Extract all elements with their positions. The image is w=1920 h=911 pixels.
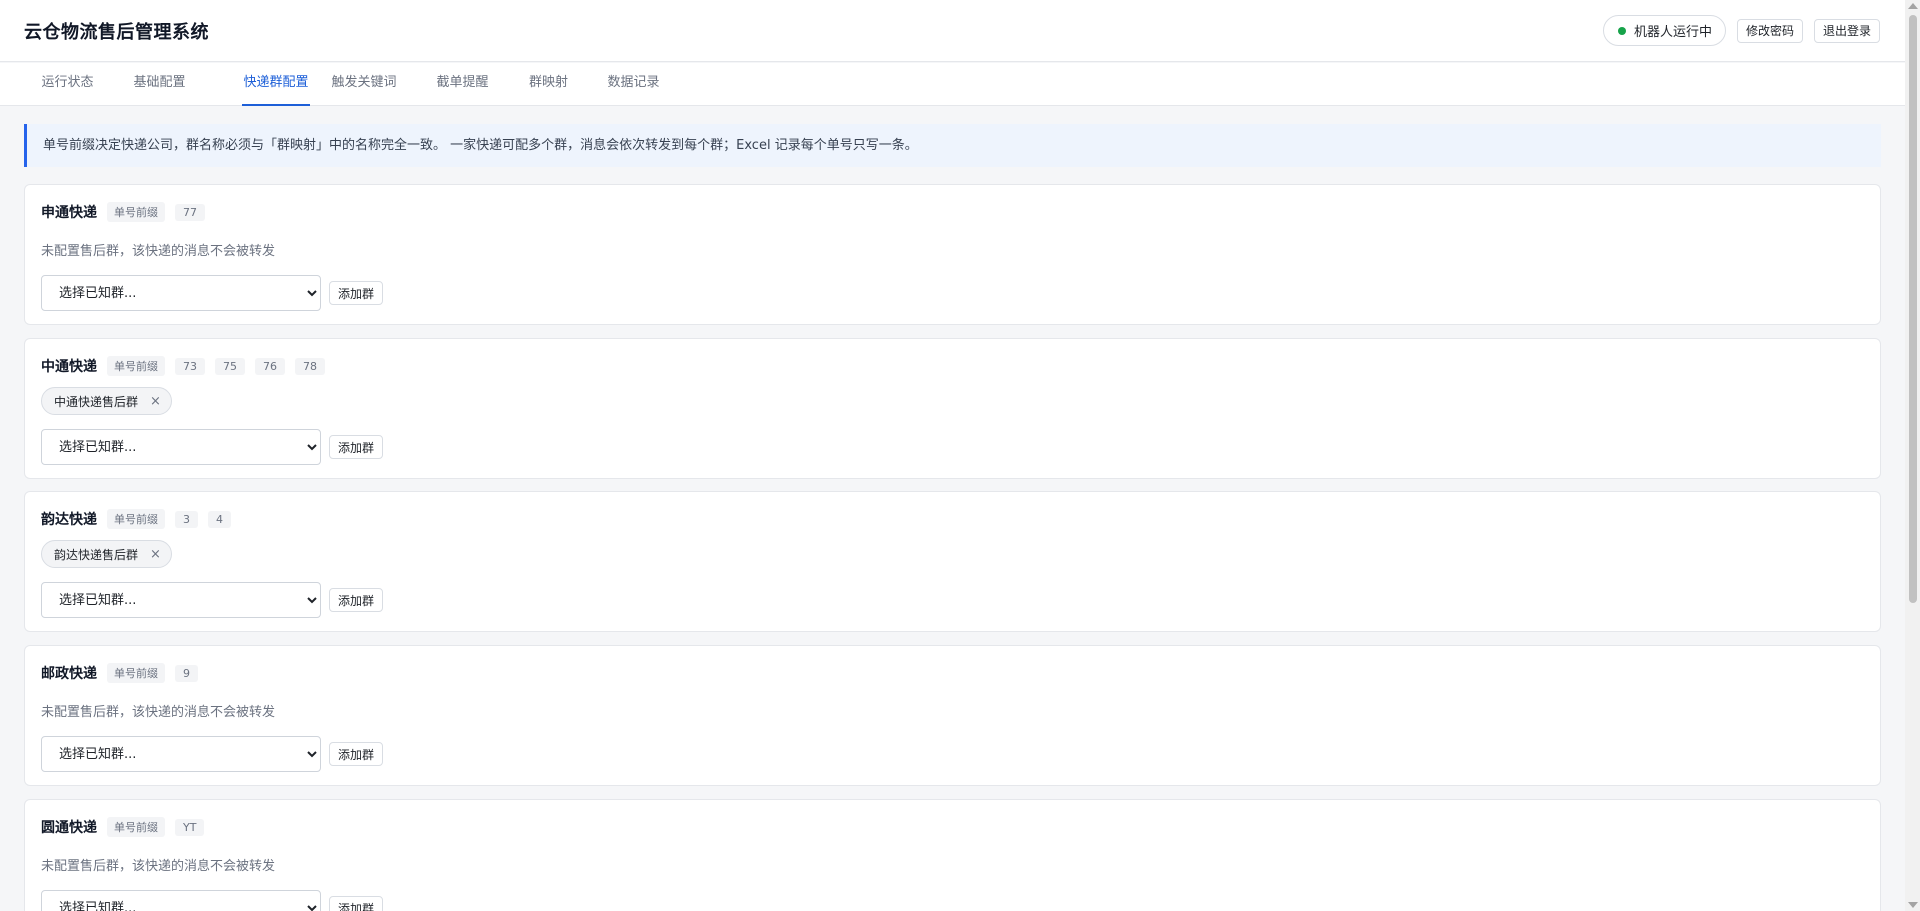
tab-trigger-keywords[interactable]: 触发关键词	[314, 63, 414, 106]
courier-card: 中通快递 单号前缀 73 75 76 78 中通快递售后群 × 选择已知群...…	[24, 338, 1881, 479]
tab-data-records[interactable]: 数据记录	[590, 63, 677, 106]
add-group-button[interactable]: 添加群	[329, 896, 384, 911]
card-header: 邮政快递 单号前缀 9	[41, 662, 198, 684]
bot-status-text: 机器人运行中	[1633, 25, 1712, 40]
group-chip: 韵达快递售后群 ×	[41, 540, 172, 568]
header-actions: 机器人运行中 修改密码 退出登录	[1602, 15, 1880, 46]
bot-status-badge: 机器人运行中	[1602, 15, 1726, 46]
courier-card: 邮政快递 单号前缀 9 未配置售后群，该快递的消息不会被转发 选择已知群... …	[24, 645, 1881, 786]
prefix-label: 单号前缀	[107, 663, 165, 683]
no-group-note: 未配置售后群，该快递的消息不会被转发	[41, 244, 276, 259]
prefix-tag: YT	[175, 818, 205, 836]
courier-name: 邮政快递	[41, 666, 97, 682]
prefix-tag: 3	[175, 510, 198, 528]
prefix-tag: 75	[215, 357, 245, 375]
prefix-label: 单号前缀	[107, 356, 165, 376]
remove-group-icon[interactable]: ×	[150, 547, 161, 562]
card-header: 韵达快递 单号前缀 3 4	[41, 508, 231, 530]
group-chip-label: 韵达快递售后群	[54, 547, 139, 562]
change-password-button[interactable]: 修改密码	[1736, 18, 1803, 43]
card-header: 圆通快递 单号前缀 YT	[41, 816, 205, 838]
courier-name: 中通快递	[41, 359, 97, 375]
card-header: 中通快递 单号前缀 73 75 76 78	[41, 355, 325, 377]
group-chip: 中通快递售后群 ×	[41, 387, 172, 415]
prefix-tag: 78	[295, 357, 325, 375]
courier-name: 韵达快递	[41, 512, 97, 528]
tab-bar: 运行状态 基础配置 快递群配置 触发关键词 截单提醒 群映射 数据记录	[0, 63, 1905, 106]
prefix-label: 单号前缀	[107, 817, 165, 837]
known-group-select[interactable]: 选择已知群...	[41, 736, 321, 772]
scroll-up-arrow-icon[interactable]	[1908, 3, 1918, 9]
add-group-button[interactable]: 添加群	[329, 435, 384, 459]
remove-group-icon[interactable]: ×	[150, 394, 161, 409]
prefix-tag: 9	[175, 664, 198, 682]
courier-card: 申通快递 单号前缀 77 未配置售后群，该快递的消息不会被转发 选择已知群...…	[24, 184, 1881, 325]
no-group-note: 未配置售后群，该快递的消息不会被转发	[41, 859, 276, 874]
courier-name: 圆通快递	[41, 820, 97, 836]
known-group-select[interactable]: 选择已知群...	[41, 890, 321, 911]
courier-card: 韵达快递 单号前缀 3 4 韵达快递售后群 × 选择已知群... 添加群	[24, 491, 1881, 632]
no-group-note: 未配置售后群，该快递的消息不会被转发	[41, 705, 276, 720]
add-group-button[interactable]: 添加群	[329, 281, 384, 305]
app-title: 云仓物流售后管理系统	[24, 22, 209, 43]
courier-name: 申通快递	[41, 205, 97, 221]
prefix-label: 单号前缀	[107, 509, 165, 529]
add-group-button[interactable]: 添加群	[329, 588, 384, 612]
known-group-select[interactable]: 选择已知群...	[41, 275, 321, 311]
scroll-thumb[interactable]	[1909, 15, 1917, 603]
prefix-tag: 73	[175, 357, 205, 375]
scroll-down-arrow-icon[interactable]	[1908, 902, 1918, 908]
info-notice: 单号前缀决定快递公司，群名称必须与「群映射」中的名称完全一致。 一家快递可配多个…	[24, 124, 1881, 167]
prefix-tag: 77	[175, 203, 205, 221]
prefix-tag: 76	[255, 357, 285, 375]
tab-cutoff-reminder[interactable]: 截单提醒	[419, 63, 506, 106]
card-header: 申通快递 单号前缀 77	[41, 201, 205, 223]
known-group-select[interactable]: 选择已知群...	[41, 582, 321, 618]
tab-basic-config[interactable]: 基础配置	[116, 63, 203, 106]
prefix-label: 单号前缀	[107, 202, 165, 222]
known-group-select[interactable]: 选择已知群...	[41, 429, 321, 465]
status-dot-icon	[1617, 26, 1626, 35]
group-chip-label: 中通快递售后群	[54, 394, 139, 409]
top-header: 云仓物流售后管理系统 机器人运行中 修改密码 退出登录	[0, 0, 1905, 62]
prefix-tag: 4	[208, 510, 231, 528]
courier-card: 圆通快递 单号前缀 YT 未配置售后群，该快递的消息不会被转发 选择已知群...…	[24, 799, 1881, 911]
tab-group-mapping[interactable]: 群映射	[515, 63, 582, 106]
tab-courier-group-config[interactable]: 快递群配置	[242, 63, 310, 106]
vertical-scrollbar[interactable]	[1905, 0, 1920, 911]
tab-run-status[interactable]: 运行状态	[24, 63, 111, 106]
add-group-button[interactable]: 添加群	[329, 742, 384, 766]
logout-button[interactable]: 退出登录	[1813, 18, 1880, 43]
